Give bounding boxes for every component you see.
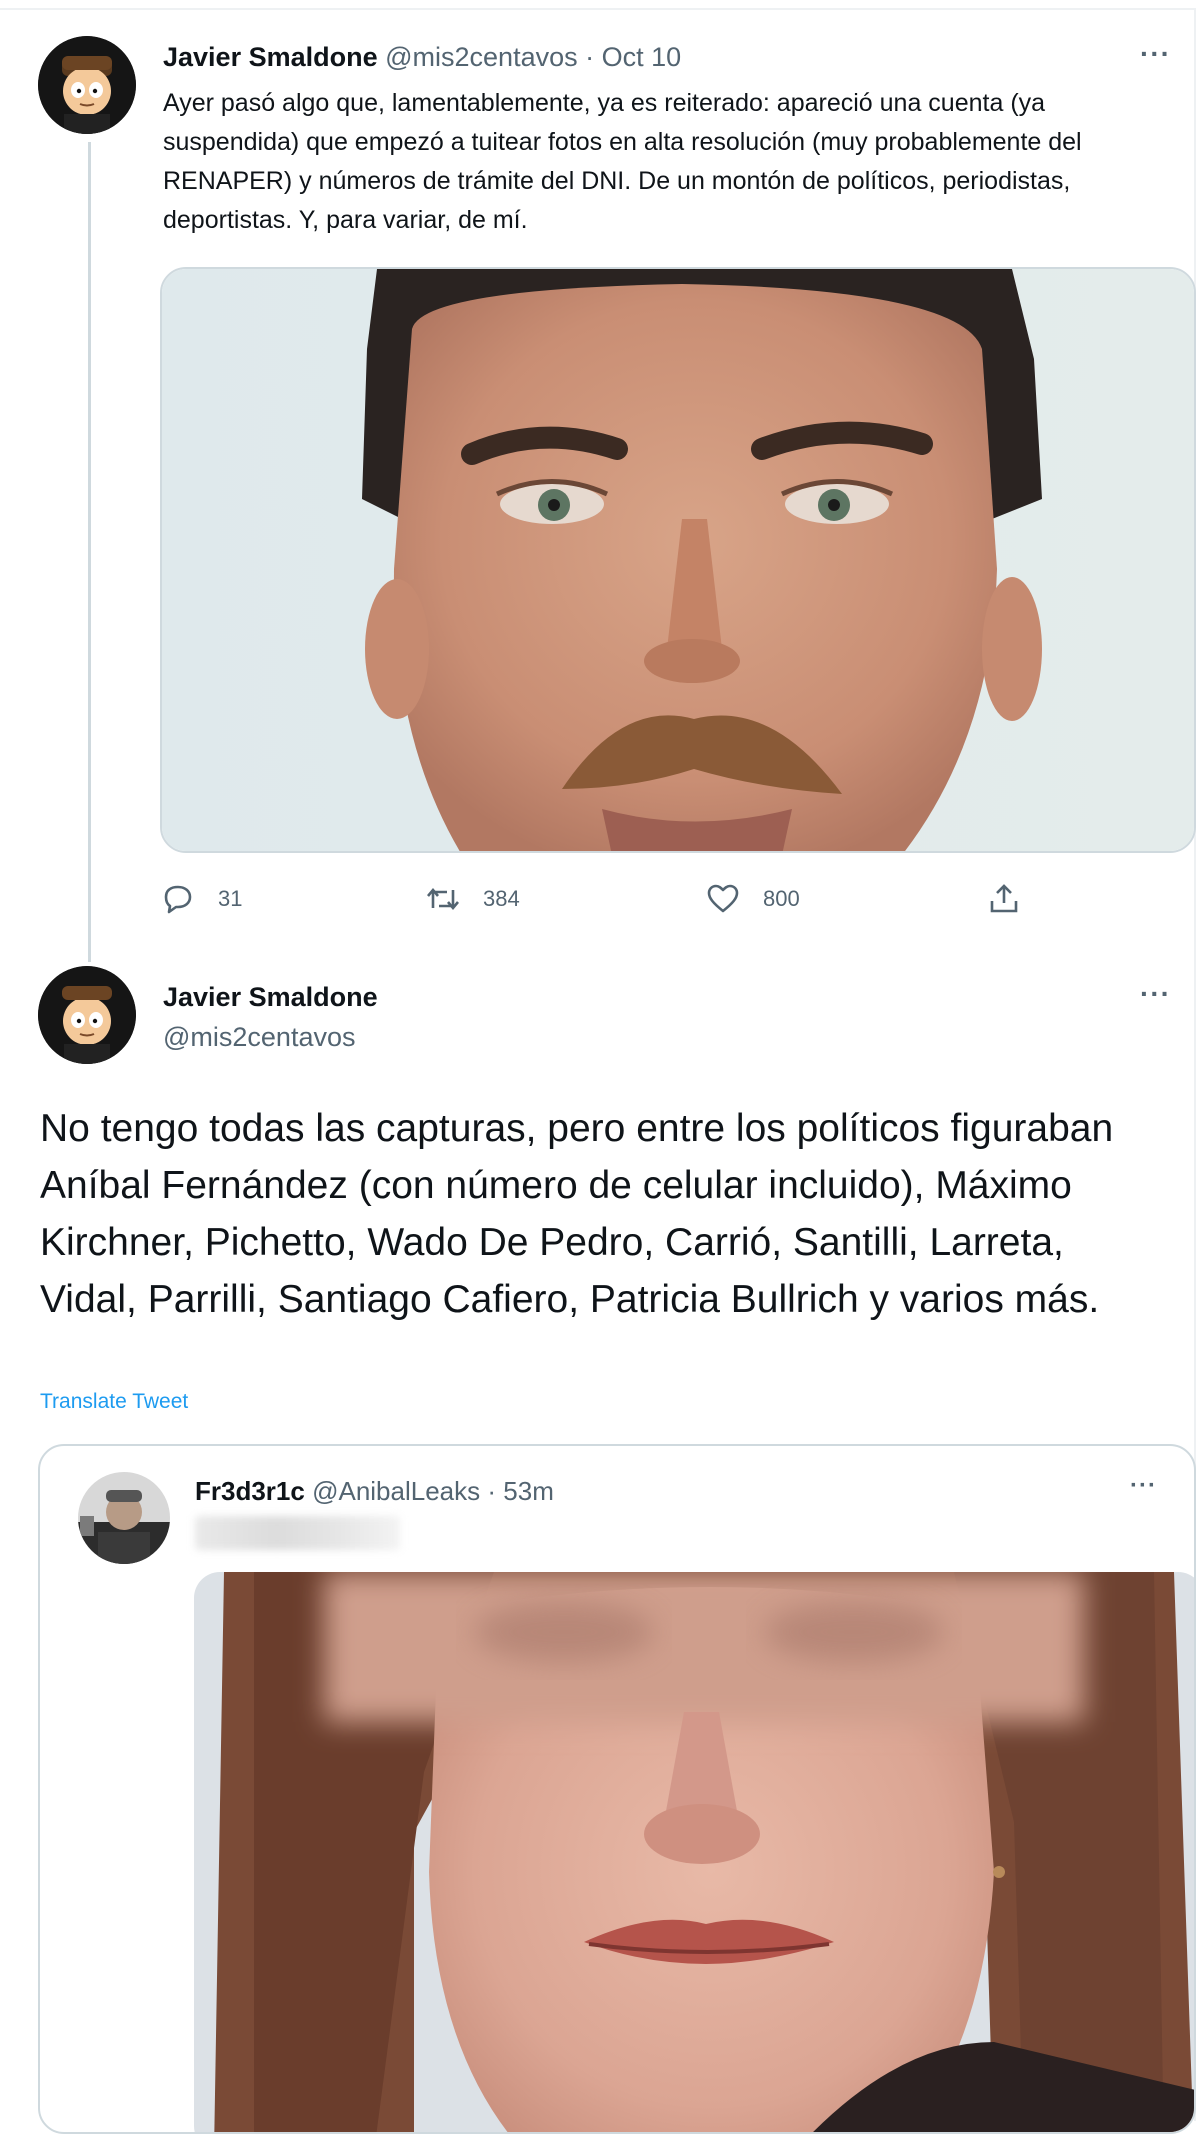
retweet-icon	[425, 881, 461, 917]
translate-tweet-link[interactable]: Translate Tweet	[40, 1390, 188, 1414]
like-button[interactable]: 800	[705, 874, 800, 924]
share-button[interactable]	[986, 874, 1044, 924]
woman-portrait-image	[194, 1572, 1194, 2132]
retweet-button[interactable]: 384	[425, 874, 520, 924]
reply-count: 31	[218, 886, 243, 911]
quoted-tweet-card[interactable]: Fr3d3r1c @AnibalLeaks · 53m ···	[38, 1444, 1196, 2134]
tweet-date[interactable]: Oct 10	[602, 42, 682, 72]
header-separator: ·	[585, 42, 595, 72]
man-portrait-image	[162, 269, 1194, 851]
quoted-author-name[interactable]: Fr3d3r1c	[195, 1476, 305, 1506]
more-options-icon[interactable]: ···	[1140, 980, 1171, 1008]
quoted-tweet-time[interactable]: 53m	[503, 1476, 554, 1506]
quoted-author-avatar[interactable]	[78, 1472, 170, 1564]
quoted-tweet-photo[interactable]	[194, 1572, 1194, 2132]
thread-connector-line	[88, 142, 91, 962]
tweet2-text: No tengo todas las capturas, pero entre …	[40, 1107, 1114, 1321]
blurred-text	[195, 1516, 400, 1550]
author-name[interactable]: Javier Smaldone	[163, 42, 378, 72]
share-icon	[986, 881, 1022, 917]
tweet-thread-page: Javier Smaldone @mis2centavos · Oct 10 ·…	[0, 0, 1200, 2134]
more-options-icon[interactable]: ···	[1140, 40, 1171, 68]
quoted-tweet-header: Fr3d3r1c @AnibalLeaks · 53m	[195, 1474, 554, 1508]
tweet1-actions: 31 384 800	[160, 874, 1060, 924]
author-avatar[interactable]	[38, 966, 136, 1064]
more-options-icon[interactable]: ···	[1130, 1474, 1157, 1498]
tweet1-text: Ayer pasó algo que, lamentablemente, ya …	[163, 89, 1082, 234]
header-separator: ·	[487, 1476, 497, 1506]
author-handle[interactable]: @mis2centavos	[163, 1020, 355, 1054]
quoted-author-handle[interactable]: @AnibalLeaks	[312, 1476, 480, 1506]
tweet1-header: Javier Smaldone @mis2centavos · Oct 10	[163, 40, 681, 74]
author-handle[interactable]: @mis2centavos	[385, 42, 577, 72]
retweet-count: 384	[483, 886, 520, 911]
author-avatar[interactable]	[38, 36, 136, 134]
reply-icon	[160, 881, 196, 917]
like-count: 800	[763, 886, 800, 911]
like-icon	[705, 881, 741, 917]
reply-button[interactable]: 31	[160, 874, 242, 924]
tweet1-photo[interactable]	[160, 267, 1196, 853]
author-name[interactable]: Javier Smaldone	[163, 980, 378, 1014]
